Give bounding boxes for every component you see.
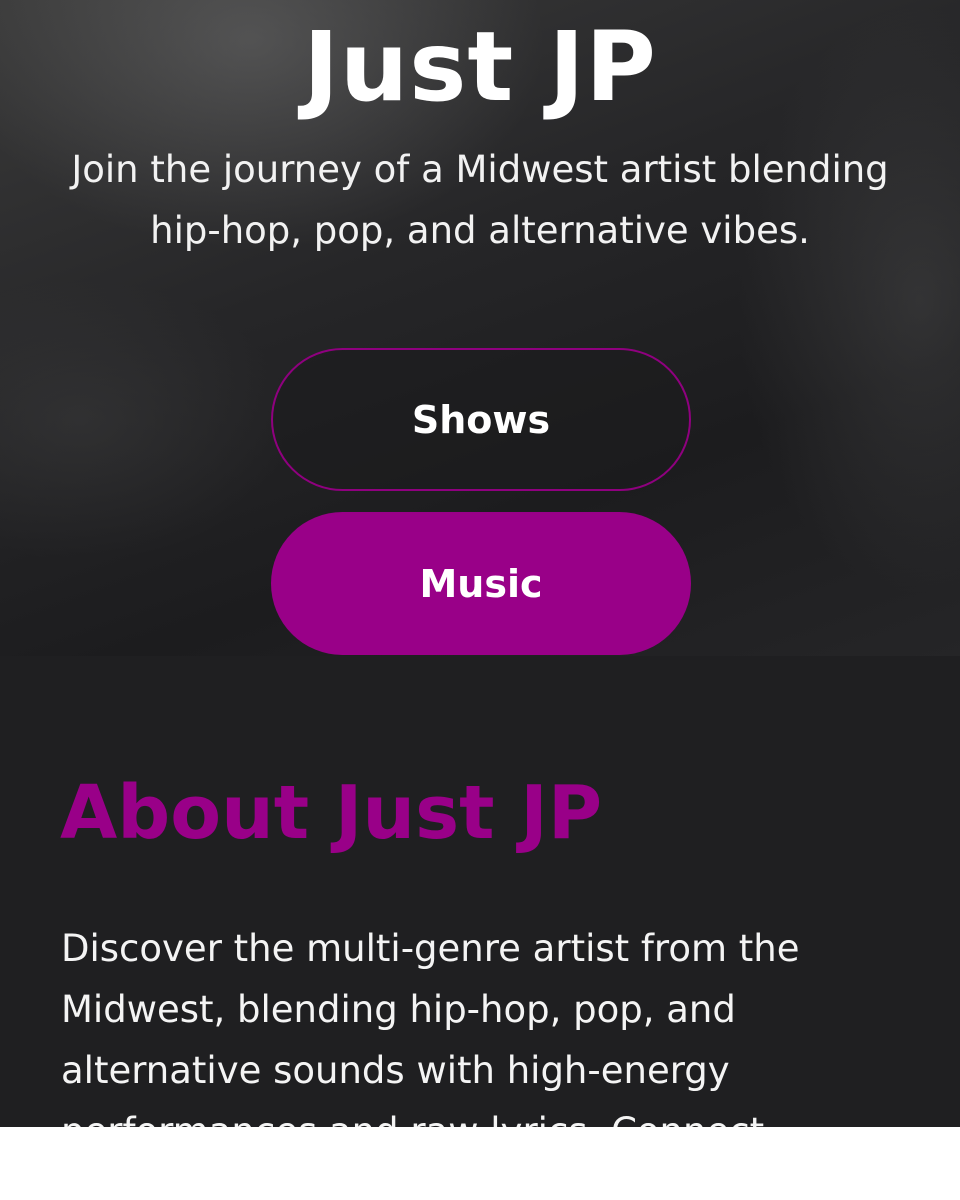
about-title: About Just JP: [60, 770, 603, 856]
about-section: About Just JP Discover the multi-genre a…: [0, 656, 960, 1127]
music-button[interactable]: Music: [271, 512, 691, 655]
about-text: Discover the multi-genre artist from the…: [61, 927, 800, 1127]
hero-subtitle: Join the journey of a Midwest artist ble…: [71, 148, 889, 252]
shows-button[interactable]: Shows: [271, 348, 691, 491]
hero-title: Just JP: [303, 11, 657, 124]
page-viewport: Just JP Join the journey of a Midwest ar…: [0, 0, 960, 1127]
hero-section: Just JP Join the journey of a Midwest ar…: [0, 0, 960, 656]
